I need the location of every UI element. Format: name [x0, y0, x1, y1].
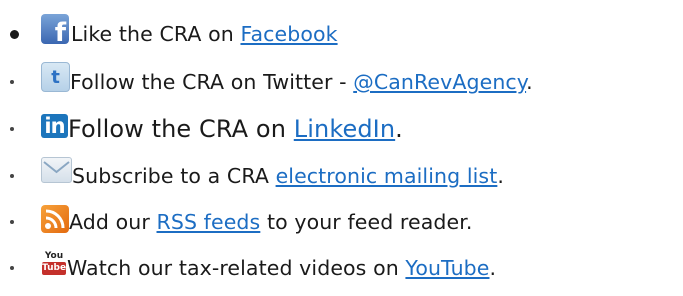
bullet [10, 29, 19, 39]
email-prefix: Subscribe to a CRA [72, 164, 276, 188]
twitter-suffix: . [526, 70, 533, 94]
facebook-prefix: Like the CRA on [71, 22, 241, 46]
list-item-facebook: f Like the CRA on Facebook [0, 14, 338, 46]
rss-prefix: Add our [69, 210, 157, 234]
linkedin-icon: in [41, 114, 68, 138]
youtube-text: Watch our tax-related videos on YouTube. [67, 256, 496, 280]
twitter-text: Follow the CRA on Twitter - @CanRevAgenc… [70, 70, 533, 94]
bullet [10, 220, 14, 224]
list-item-rss: Add our RSS feeds to your feed reader. [0, 205, 472, 234]
youtube-prefix: Watch our tax-related videos on [67, 256, 406, 280]
youtube-suffix: . [489, 256, 497, 280]
bullet [10, 174, 14, 178]
rss-suffix: to your feed reader. [260, 210, 473, 234]
linkedin-link[interactable]: LinkedIn [294, 115, 395, 143]
linkedin-prefix: Follow the CRA on [68, 115, 294, 143]
linkedin-text: Follow the CRA on LinkedIn. [68, 115, 403, 143]
list-item-youtube: You Tube Watch our tax-related videos on… [0, 248, 496, 280]
twitter-icon: t [41, 62, 70, 92]
linkedin-suffix: . [395, 115, 403, 143]
facebook-link[interactable]: Facebook [240, 22, 337, 46]
youtube-link[interactable]: YouTube [405, 256, 489, 280]
rss-text: Add our RSS feeds to your feed reader. [69, 210, 472, 234]
twitter-prefix: Follow the CRA on Twitter - [70, 70, 354, 94]
list-item-email: Subscribe to a CRA electronic mailing li… [0, 157, 504, 188]
bullet [10, 80, 14, 84]
bullet [10, 266, 14, 270]
list-item-linkedin: in Follow the CRA on LinkedIn. [0, 114, 403, 143]
bullet [10, 127, 14, 131]
list-item-twitter: t Follow the CRA on Twitter - @CanRevAge… [0, 62, 533, 94]
twitter-link[interactable]: @CanRevAgency [353, 70, 526, 94]
email-link[interactable]: electronic mailing list [276, 164, 498, 188]
rss-icon [41, 205, 69, 233]
facebook-icon: f [41, 14, 69, 44]
rss-link[interactable]: RSS feeds [157, 210, 261, 234]
email-suffix: . [497, 164, 504, 188]
email-icon [41, 157, 72, 183]
youtube-icon: You Tube [41, 248, 67, 278]
email-text: Subscribe to a CRA electronic mailing li… [72, 164, 504, 188]
facebook-text: Like the CRA on Facebook [71, 22, 338, 46]
